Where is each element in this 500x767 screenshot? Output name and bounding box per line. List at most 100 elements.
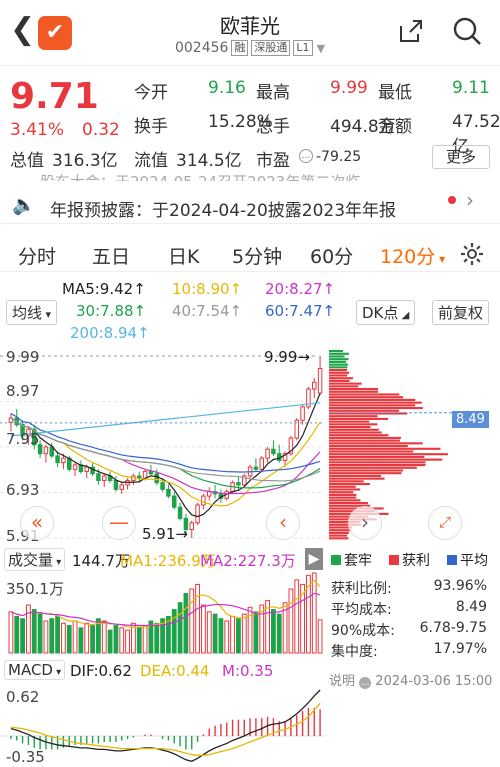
candle-body — [160, 482, 165, 490]
candle-body — [312, 381, 317, 390]
chip-bar — [329, 488, 361, 491]
volume-bar — [84, 622, 90, 654]
dk-point-select[interactable]: DK点 ◢ — [356, 300, 416, 325]
volume-bar — [14, 615, 20, 654]
candle-body — [148, 471, 154, 475]
search-icon[interactable] — [452, 16, 482, 46]
chip-bar — [329, 434, 389, 437]
info-dots-icon[interactable]: … — [299, 149, 313, 163]
stat-value: 6.78-9.75 — [419, 620, 487, 636]
more-button[interactable]: 更多 — [432, 145, 490, 169]
volume-bar — [288, 588, 294, 654]
volume-bar — [136, 627, 142, 654]
chip-note[interactable]: 说明 … 2024-03-06 15:00 — [329, 670, 492, 689]
candle-body — [317, 367, 323, 394]
candle-body — [113, 479, 119, 490]
dropdown-arrow-icon: ▼ — [316, 41, 326, 55]
price-label: 6.93 — [6, 481, 40, 499]
volume-bar — [276, 613, 282, 654]
scroll-left-icon[interactable]: ‹ — [266, 506, 300, 540]
tag-margin: 融 — [231, 40, 249, 56]
volume-bar — [61, 622, 66, 654]
chip-bar — [329, 426, 371, 429]
tab-60min[interactable]: 60分 — [310, 242, 353, 269]
adjust-select[interactable]: 前复权 — [432, 300, 490, 325]
tab-intraday[interactable]: 分时 — [18, 242, 56, 269]
macd-top-label: 0.62 — [6, 688, 40, 706]
volume-bar — [26, 604, 31, 654]
candle-body — [61, 457, 66, 464]
volume-bar — [271, 609, 276, 654]
quote-field-label: 总手 — [256, 117, 290, 137]
legend-profit-label: 获利 — [402, 553, 430, 569]
volume-bar — [142, 625, 148, 654]
dropdown-arrow-icon: ▾ — [52, 667, 62, 678]
stat-value: 17.97% — [433, 641, 487, 657]
stat-concentration: 集中度: 17.97% — [331, 641, 487, 661]
volume-bar — [154, 622, 160, 654]
line-type-select[interactable]: 均线 ▾ — [6, 300, 58, 325]
stat-label: 集中度: — [331, 644, 378, 660]
speaker-icon: 🔈 — [12, 194, 36, 216]
rewind-icon[interactable]: « — [20, 506, 54, 540]
chip-bar — [329, 529, 352, 532]
dropdown-arrow-icon: ◢ — [398, 310, 410, 321]
tag-connect: 深股通 — [251, 40, 291, 56]
chip-bar — [329, 415, 378, 418]
candle-body — [207, 491, 212, 497]
expand-icon[interactable]: ⤢ — [428, 506, 462, 540]
volume-bar — [177, 602, 183, 654]
app-header: ❮ ✔ 欧菲光 002456 融 深股通 L1 ▼ — [0, 0, 500, 66]
macd-chart[interactable] — [0, 684, 325, 767]
chip-bar — [329, 499, 361, 502]
volume-bar — [119, 627, 125, 654]
zoom-out-icon[interactable]: — — [102, 506, 136, 540]
legend-trapped: 套牢 — [331, 550, 372, 570]
volume-bar — [171, 609, 177, 654]
chevron-right-icon[interactable]: › — [466, 188, 474, 212]
stock-code-row[interactable]: 002456 融 深股通 L1 ▼ — [0, 40, 500, 56]
share-icon[interactable] — [398, 18, 424, 44]
gear-icon[interactable] — [460, 242, 484, 266]
quote-field-label: 流值 — [134, 151, 168, 171]
chip-bar — [329, 382, 362, 385]
ma10-value: 10:8.90↑ — [172, 280, 243, 298]
volume-bar — [311, 572, 317, 654]
tab-daily-k[interactable]: 日K — [168, 242, 199, 269]
volume-bar — [78, 627, 84, 654]
volume-bar — [113, 625, 119, 654]
candle-body — [154, 473, 159, 484]
low-marker: 5.91→ — [142, 525, 188, 543]
candle-body — [189, 522, 194, 531]
chip-bar — [329, 396, 404, 399]
tab-120min[interactable]: 120分 ▾ — [380, 242, 445, 269]
quote-field-label: 最低 — [378, 83, 412, 103]
chip-bar — [329, 485, 356, 488]
chip-bar — [329, 534, 348, 537]
price-label: 8.97 — [6, 382, 40, 400]
tab-five-day[interactable]: 五日 — [92, 242, 130, 269]
stat-profit-ratio: 获利比例: 93.96% — [331, 578, 487, 598]
volume-bar — [206, 611, 212, 654]
candle-body — [84, 466, 89, 473]
legend-average: 平均 — [447, 550, 488, 570]
volume-bar — [201, 604, 206, 654]
quote-field-label: 今开 — [134, 83, 168, 103]
macd-indicator-select[interactable]: MACD ▾ — [4, 660, 66, 680]
volume-indicator-select[interactable]: 成交量 ▾ — [4, 548, 66, 571]
tab-120min-label: 120分 — [380, 246, 436, 268]
volume-bar — [253, 611, 259, 654]
tab-5min[interactable]: 5分钟 — [232, 242, 282, 269]
candle-body — [55, 455, 60, 464]
news-ticker[interactable]: 🔈 年报预披露：于2024-04-20披露2023年年报 › — [0, 182, 500, 224]
ma200-value: 200:8.94↑ — [70, 324, 150, 342]
candle-body — [201, 495, 206, 506]
chip-prev-icon[interactable]: › — [348, 506, 382, 540]
quote-field-value: -79.25 — [316, 149, 362, 165]
stock-code: 002456 — [174, 40, 229, 56]
volume-bar — [107, 629, 113, 654]
macd-bottom-label: -0.35 — [6, 748, 45, 766]
chip-bar — [329, 423, 378, 426]
chip-bar — [329, 366, 348, 369]
chip-bar — [329, 409, 399, 412]
